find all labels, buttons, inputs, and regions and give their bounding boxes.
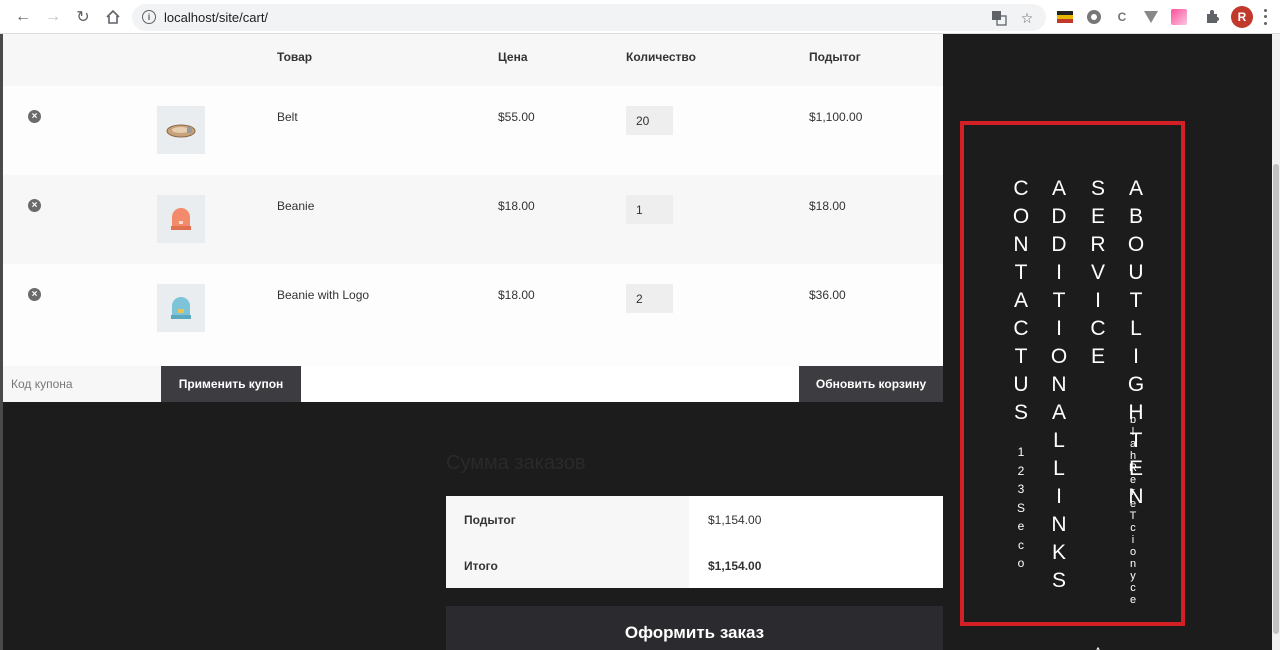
- product-name[interactable]: Belt: [277, 110, 298, 124]
- product-name[interactable]: Beanie with Logo: [277, 288, 369, 302]
- product-subtotal: $1,100.00: [809, 110, 863, 124]
- product-price: $55.00: [498, 110, 535, 124]
- cart-row-beanie-with-logo: × Beanie with Logo $18.00 $36.00: [3, 264, 943, 353]
- header-product: Товар: [277, 50, 313, 64]
- forward-icon[interactable]: →: [42, 6, 64, 28]
- header-quantity: Количество: [626, 50, 696, 64]
- cart-row-beanie: × Beanie $18.00 $18.00: [3, 175, 943, 264]
- extension-circle-icon[interactable]: [1085, 8, 1103, 26]
- totals-total-row: Итого $1,154.00: [446, 542, 943, 588]
- apply-coupon-button[interactable]: Применить купон: [161, 366, 301, 402]
- product-name[interactable]: Beanie: [277, 199, 314, 213]
- extension-flag-icon[interactable]: [1056, 8, 1074, 26]
- page-content: Товар Цена Количество Подытог × Belt $55…: [0, 34, 1280, 650]
- cart-actions: Применить купон Обновить корзину: [3, 366, 943, 402]
- product-subtotal: $36.00: [809, 288, 846, 302]
- belt-icon[interactable]: [157, 106, 205, 154]
- product-subtotal: $18.00: [809, 199, 846, 213]
- totals-total-value: $1,154.00: [708, 559, 762, 573]
- extension-v-icon[interactable]: [1142, 8, 1160, 26]
- home-icon[interactable]: [102, 6, 124, 28]
- address-bar[interactable]: i localhost/site/cart/ ☆: [132, 4, 1046, 31]
- extensions-puzzle-icon[interactable]: [1203, 8, 1221, 26]
- totals-subtotal-row: Подытог $1,154.00: [446, 496, 943, 542]
- totals-total-label: Итого: [446, 542, 689, 588]
- quantity-input[interactable]: [626, 195, 673, 224]
- cart-table-header: Товар Цена Количество Подытог: [3, 34, 943, 86]
- scrollbar-thumb[interactable]: [1273, 164, 1279, 634]
- cart-totals-table: Подытог $1,154.00 Итого $1,154.00: [446, 496, 943, 588]
- profile-avatar[interactable]: R: [1231, 6, 1253, 28]
- coupon-input[interactable]: [3, 366, 161, 402]
- browser-toolbar: ← → ↻ i localhost/site/cart/ ☆ C R: [0, 0, 1280, 34]
- totals-subtotal-value: $1,154.00: [708, 513, 762, 527]
- quantity-input[interactable]: [626, 284, 673, 313]
- remove-item-icon[interactable]: ×: [28, 199, 41, 212]
- cart-table: Товар Цена Количество Подытог × Belt $55…: [3, 34, 943, 366]
- quantity-input[interactable]: [626, 106, 673, 135]
- beanie-icon[interactable]: [157, 195, 205, 243]
- checkout-button[interactable]: Оформить заказ: [446, 606, 943, 650]
- page-scrollbar[interactable]: [1272, 34, 1280, 650]
- info-icon[interactable]: i: [142, 10, 156, 24]
- beanie-logo-icon[interactable]: [157, 284, 205, 332]
- back-icon[interactable]: ←: [12, 6, 34, 28]
- reload-icon[interactable]: ↻: [72, 6, 94, 28]
- header-price: Цена: [498, 50, 528, 64]
- cart-row-belt: × Belt $55.00 $1,100.00: [3, 86, 943, 175]
- header-subtotal: Подытог: [809, 50, 861, 64]
- browser-menu-icon[interactable]: [1260, 7, 1270, 27]
- remove-item-icon[interactable]: ×: [28, 288, 41, 301]
- product-price: $18.00: [498, 199, 535, 213]
- sidebar-service-text: A: [1091, 643, 1105, 650]
- cart-totals-title: Сумма заказов: [446, 452, 586, 474]
- remove-item-icon[interactable]: ×: [28, 110, 41, 123]
- update-cart-button[interactable]: Обновить корзину: [799, 366, 943, 402]
- extension-c-icon[interactable]: C: [1113, 8, 1131, 26]
- product-price: $18.00: [498, 288, 535, 302]
- highlight-annotation-box: [960, 121, 1185, 626]
- url-text: localhost/site/cart/: [164, 10, 269, 25]
- bookmark-star-icon[interactable]: ☆: [1018, 9, 1036, 27]
- extension-gradient-icon[interactable]: [1170, 8, 1188, 26]
- totals-subtotal-label: Подытог: [446, 496, 689, 542]
- translate-icon[interactable]: [990, 9, 1008, 27]
